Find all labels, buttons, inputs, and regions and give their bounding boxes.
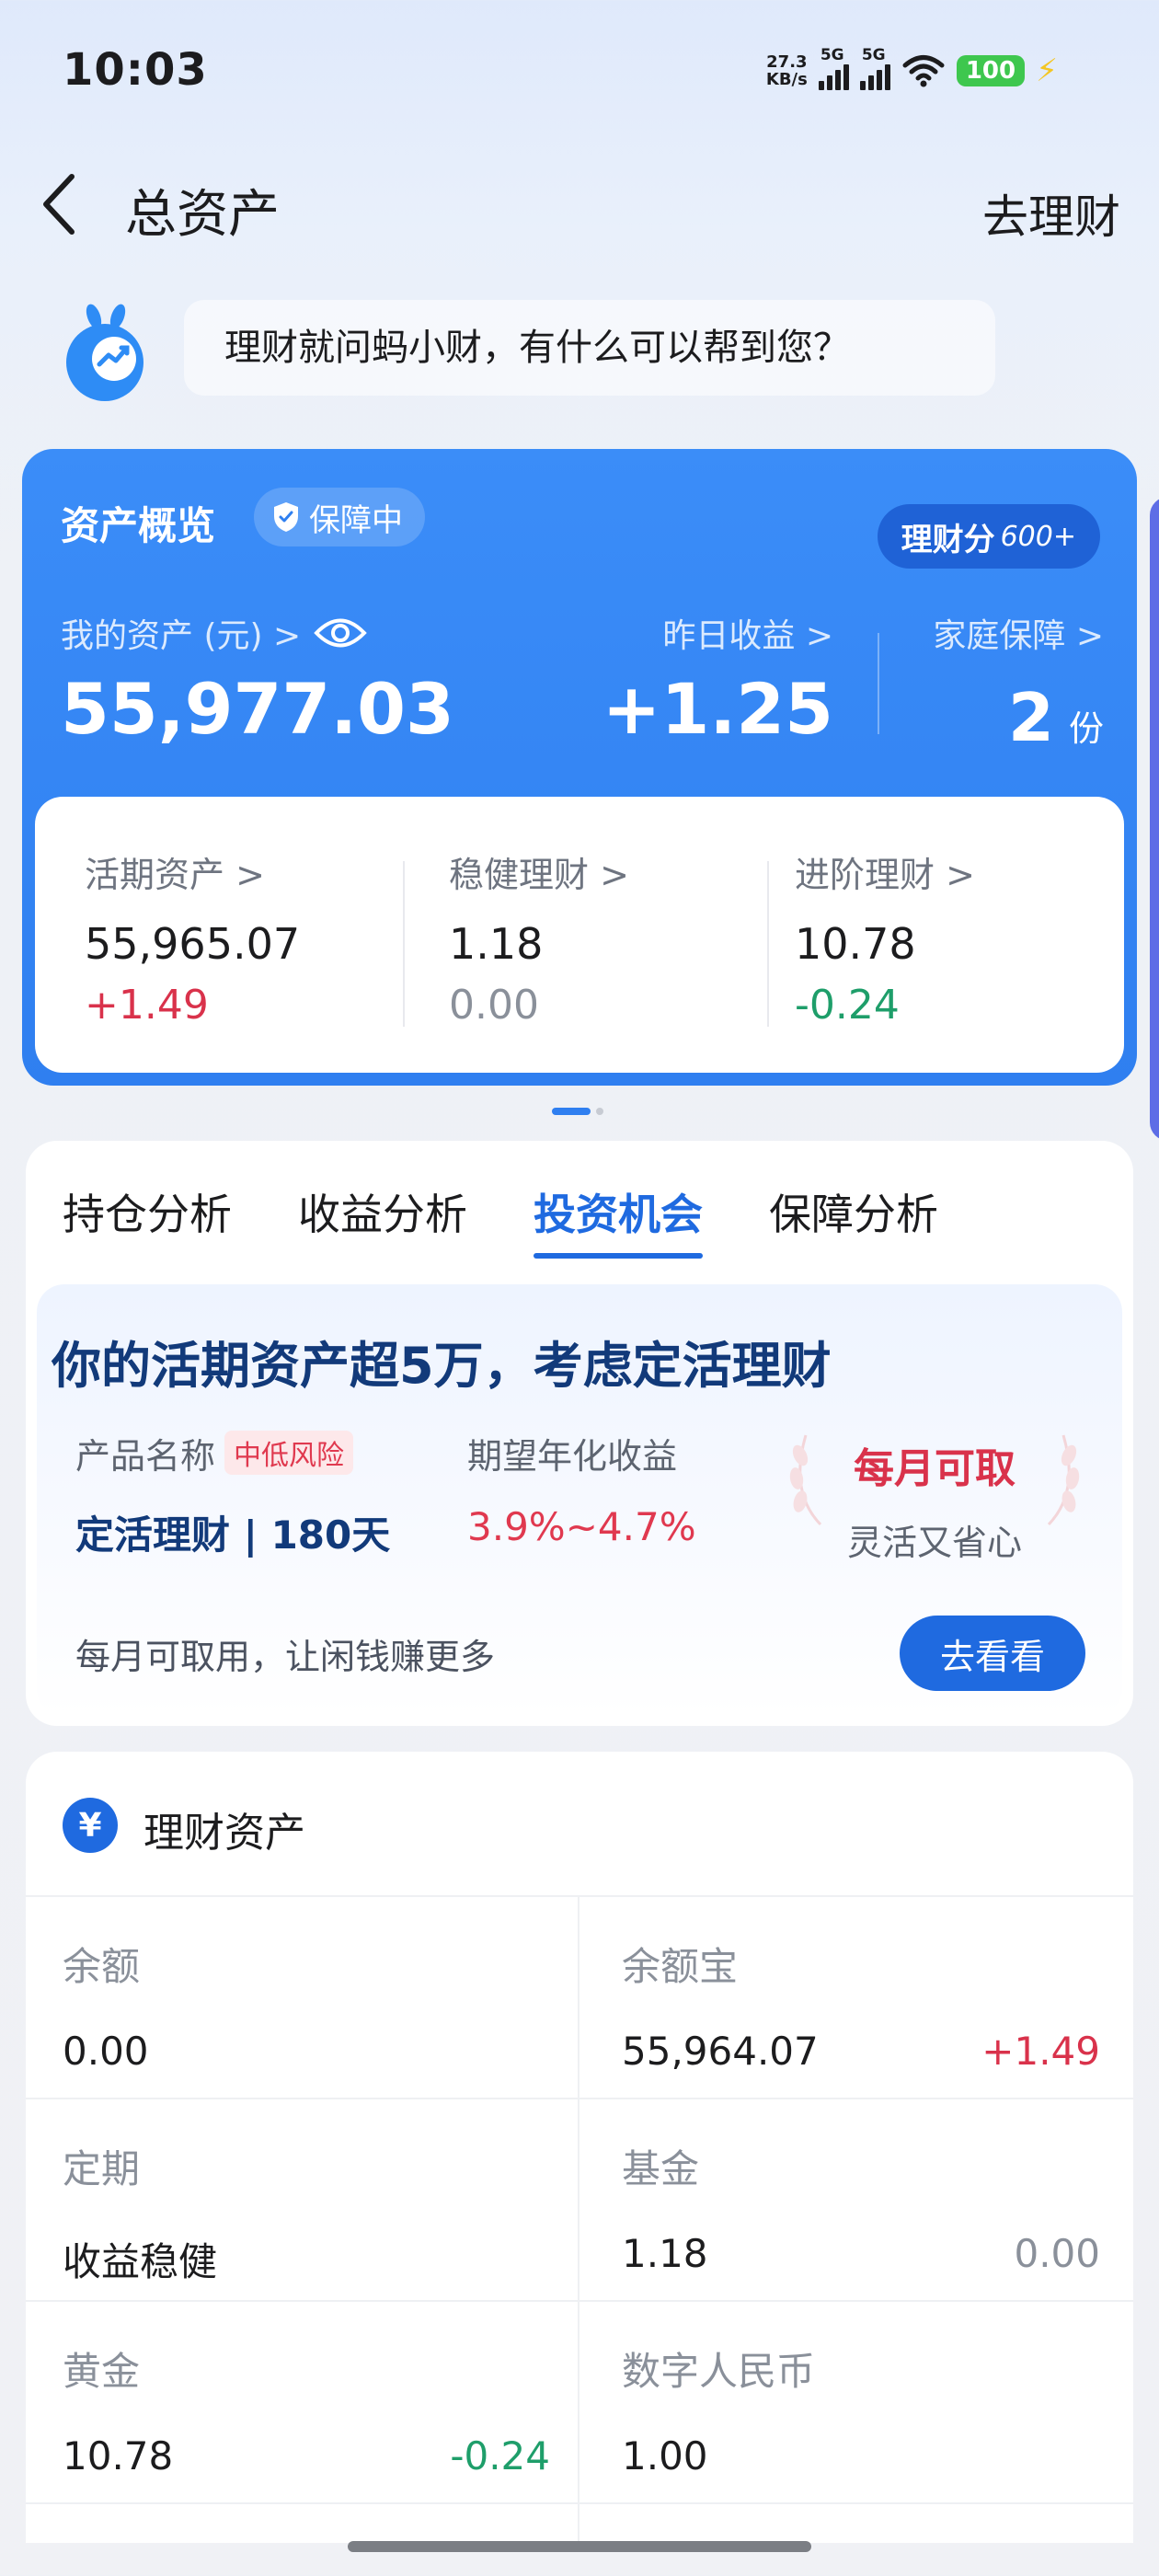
divider (26, 2502, 1133, 2504)
divider (767, 861, 769, 1027)
financial-assets-card: ¥ 理财资产 余额 0.00 余额宝 55,964.07 +1.49 定期 收益… (26, 1752, 1133, 2543)
expected-rate: 3.9%~4.7% (467, 1504, 696, 1549)
shield-check-icon (274, 502, 298, 532)
divider (26, 1895, 1133, 1897)
net-speed: 27.3 KB/s (765, 52, 808, 89)
divider (26, 2098, 1133, 2099)
assistant-prompt-bubble[interactable]: 理财就问蚂小财，有什么可以帮到您？ (184, 300, 995, 396)
risk-level-tag: 中低风险 (224, 1431, 354, 1475)
asset-item-fund[interactable]: 基金 1.18 0.00 (622, 2138, 1100, 2276)
category-current[interactable]: 活期资产 > 55,965.07 +1.49 (85, 846, 300, 1029)
overview-title: 资产概览 (61, 503, 216, 548)
product-name: 定活理财 | 180天 (75, 1512, 391, 1558)
my-assets-link[interactable]: 我的资产 (元) > (61, 609, 367, 657)
ant-assistant-mascot-icon[interactable] (61, 304, 149, 405)
assets-section-title: 理财资产 (143, 1810, 305, 1857)
asset-item-balance[interactable]: 余额 0.00 (63, 1936, 550, 2074)
cell-signal-icon: 5G (859, 46, 890, 90)
tab-investment-opportunity[interactable]: 投资机会 (534, 1181, 703, 1259)
next-card-peek[interactable] (1150, 497, 1159, 1141)
divider (26, 2300, 1133, 2302)
yesterday-earnings-value: +1.25 (602, 668, 833, 750)
view-opportunity-button[interactable]: 去看看 (900, 1616, 1085, 1691)
rate-info: 期望年化收益 3.9%~4.7% (467, 1436, 696, 1549)
yen-icon: ¥ (63, 1798, 118, 1853)
asset-item-fixed-term[interactable]: 定期 收益稳健 (63, 2138, 550, 2287)
asset-item-yuebao[interactable]: 余额宝 55,964.07 +1.49 (622, 1936, 1100, 2074)
wifi-icon (902, 55, 945, 87)
product-info[interactable]: 产品名称 中低风险 定活理财 | 180天 (75, 1428, 390, 1560)
cell-signal-icon: 5G (818, 46, 849, 90)
charging-icon: ⚡ (1036, 52, 1058, 89)
tab-holdings-analysis[interactable]: 持仓分析 (63, 1181, 232, 1259)
feature-highlight: 每月可取 灵活又省心 (846, 1445, 1022, 1563)
protection-badge[interactable]: 保障中 (254, 488, 425, 546)
opportunity-headline: 你的活期资产超5万，考虑定活理财 (52, 1337, 832, 1395)
tab-protection-analysis[interactable]: 保障分析 (769, 1181, 938, 1259)
carousel-indicator (552, 1108, 603, 1115)
eye-icon[interactable] (314, 615, 367, 650)
status-time: 10:03 (63, 44, 208, 96)
status-icons: 27.3 KB/s 5G 5G 100 ⚡ (765, 46, 1058, 90)
total-assets-value: 55,977.03 (61, 668, 454, 750)
family-protection-count: 2 份 (1007, 679, 1104, 756)
yesterday-earnings-link[interactable]: 昨日收益 > (662, 609, 833, 657)
divider (403, 861, 405, 1027)
battery-indicator: 100 (956, 55, 1026, 86)
asset-category-card: 活期资产 > 55,965.07 +1.49 稳健理财 > 1.18 0.00 … (35, 797, 1124, 1073)
asset-item-gold[interactable]: 黄金 10.78 -0.24 (63, 2340, 550, 2478)
divider (878, 633, 879, 734)
finance-score-pill[interactable]: 理财分 600+ (877, 504, 1100, 569)
category-advanced[interactable]: 进阶理财 > 10.78 -0.24 (795, 846, 975, 1029)
tab-earnings-analysis[interactable]: 收益分析 (298, 1181, 467, 1259)
go-invest-link[interactable]: 去理财 (982, 180, 1120, 247)
category-stable[interactable]: 稳健理财 > 1.18 0.00 (449, 846, 629, 1029)
back-arrow-icon[interactable] (37, 169, 83, 239)
home-indicator[interactable] (348, 2541, 811, 2552)
laurel-left-icon (789, 1434, 822, 1526)
opportunity-tip: 每月可取用，让闲钱赚更多 (75, 1637, 496, 1677)
laurel-right-icon (1047, 1434, 1080, 1526)
family-protection-link[interactable]: 家庭保障 > (933, 609, 1104, 657)
page-title: 总资产 (125, 185, 280, 245)
divider (578, 1895, 580, 2543)
analysis-tabs: 持仓分析 收益分析 投资机会 保障分析 (63, 1181, 938, 1259)
asset-item-digital-rmb[interactable]: 数字人民币 1.00 (622, 2340, 1100, 2478)
asset-overview-card: 资产概览 保障中 理财分 600+ 我的资产 (元) > 55,977.03 昨… (22, 449, 1137, 1086)
